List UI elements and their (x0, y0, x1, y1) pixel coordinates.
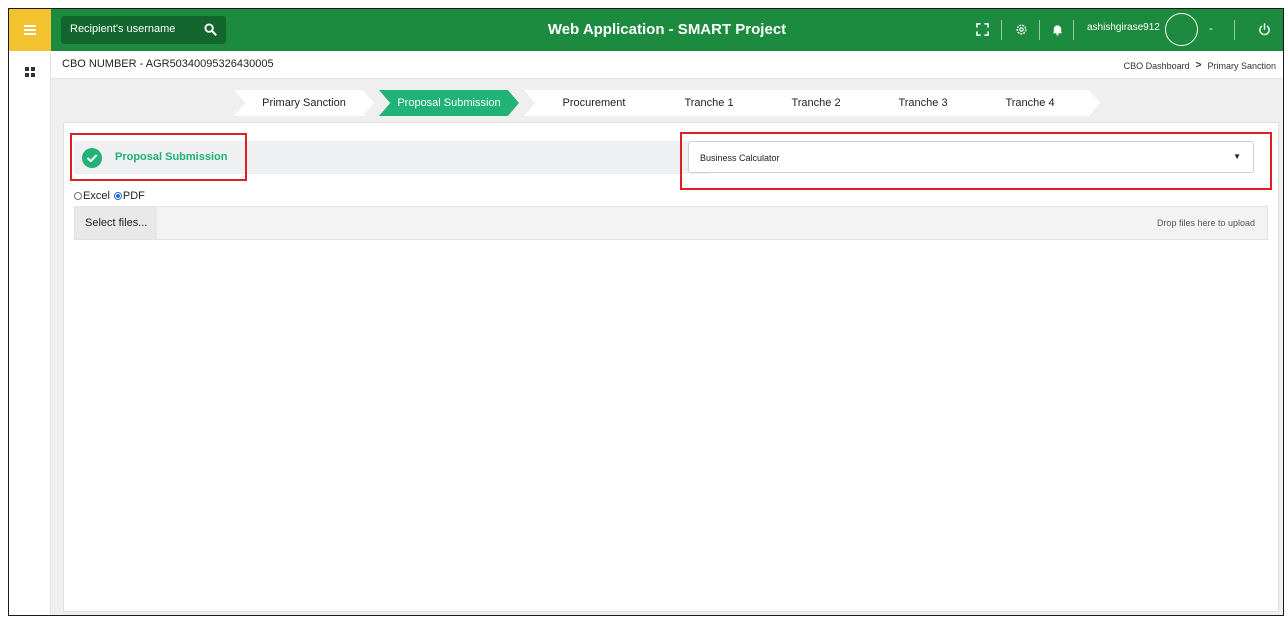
cbo-number: CBO NUMBER - AGR50340095326430005 (62, 58, 274, 70)
radio-pdf-label[interactable]: PDF (123, 190, 145, 202)
format-radio-group: Excel PDF (74, 190, 145, 202)
select-files-button[interactable]: Select files... (75, 207, 157, 239)
app-window: Recipient's username Web Application - S… (8, 8, 1284, 616)
power-logout-icon[interactable] (1258, 23, 1271, 36)
drop-zone-hint: Drop files here to upload (1156, 218, 1255, 228)
settings-gear-icon[interactable] (1015, 23, 1028, 36)
step-proposal-submission[interactable]: Proposal Submission (379, 90, 519, 116)
user-menu-caret[interactable]: - (1209, 21, 1213, 35)
fullscreen-icon[interactable] (976, 23, 989, 36)
notification-bell-icon[interactable] (1051, 23, 1064, 36)
sub-header: CBO NUMBER - AGR50340095326430005 CBO Da… (51, 51, 1283, 79)
toolbar-divider (1039, 20, 1040, 40)
radio-excel[interactable] (74, 192, 82, 200)
radio-excel-label[interactable]: Excel (83, 190, 110, 202)
toolbar-divider (1234, 20, 1235, 40)
proposal-card: Proposal Submission Business Calculator … (63, 122, 1279, 612)
hamburger-menu-button[interactable] (9, 9, 51, 51)
toolbar-divider (1001, 20, 1002, 40)
breadcrumb-item-primary-sanction: Primary Sanction (1207, 60, 1276, 71)
radio-pdf[interactable] (113, 192, 122, 200)
username-label[interactable]: ashishgirase912 (1087, 22, 1160, 33)
breadcrumb: CBO Dashboard > Primary Sanction (1124, 60, 1276, 71)
highlight-box-status (70, 133, 247, 181)
left-rail (9, 9, 51, 615)
hamburger-icon (24, 29, 36, 31)
search-box[interactable]: Recipient's username (61, 16, 226, 44)
highlight-box-calculator (680, 132, 1272, 190)
breadcrumb-separator: > (1195, 60, 1202, 71)
step-primary-sanction[interactable]: Primary Sanction (234, 90, 374, 116)
file-upload-zone[interactable]: Select files... Drop files here to uploa… (74, 206, 1268, 240)
apps-grid-icon[interactable] (25, 67, 35, 77)
user-avatar[interactable] (1165, 13, 1198, 46)
search-icon[interactable] (204, 23, 217, 36)
top-bar: Recipient's username Web Application - S… (51, 9, 1283, 51)
breadcrumb-item-cbo-dashboard[interactable]: CBO Dashboard (1124, 61, 1190, 71)
toolbar-divider (1073, 20, 1074, 40)
step-tranche-4[interactable]: Tranche 4 (960, 90, 1100, 116)
search-input[interactable]: Recipient's username (70, 23, 175, 35)
